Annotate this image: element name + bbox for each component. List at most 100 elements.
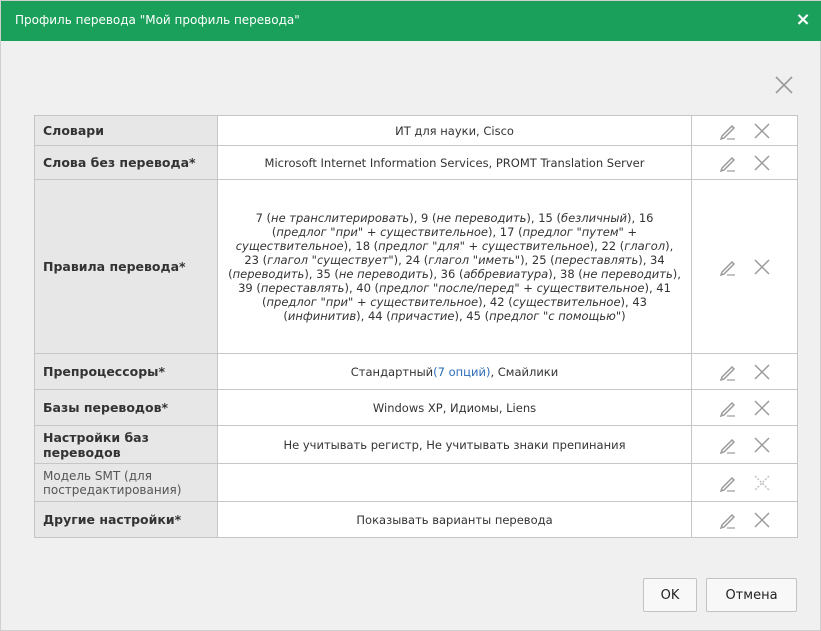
table-row-preprocessors: Препроцессоры* Стандартный(7 опций), Сма… xyxy=(34,353,798,390)
rule-number: 22 ( xyxy=(601,238,625,253)
rule-number: 15 ( xyxy=(538,210,562,225)
rule-number: 45 ( xyxy=(466,308,490,323)
rule-number: 42 ( xyxy=(489,294,513,309)
rule-text: переставлять xyxy=(260,280,345,295)
rule-text: глагол "иметь" xyxy=(428,252,521,267)
rule-number: 38 ( xyxy=(560,266,583,281)
rule-number: 39 ( xyxy=(238,280,261,295)
rule-separator: ), xyxy=(548,266,561,281)
pencil-icon[interactable] xyxy=(717,509,739,531)
pencil-icon[interactable] xyxy=(717,120,739,142)
rule-separator: ), xyxy=(638,252,651,267)
preprocessor-value: Стандартный xyxy=(350,364,434,379)
close-icon[interactable] xyxy=(751,472,773,494)
rule-separator: ), xyxy=(428,266,441,281)
profile-settings-table: Словари ИТ для науки, Cisco Слова без пе… xyxy=(34,115,798,538)
rule-separator: ) xyxy=(621,308,626,323)
rule-text: не переводить xyxy=(338,266,429,281)
pencil-icon[interactable] xyxy=(717,472,739,494)
rule-text: существительное xyxy=(512,294,621,309)
close-icon[interactable] xyxy=(751,434,773,456)
rule-number: 9 ( xyxy=(421,210,437,225)
rule-separator: ), xyxy=(520,252,532,267)
rule-number: 7 ( xyxy=(255,210,272,225)
rule-separator: ), xyxy=(672,266,681,281)
rule-separator: ), xyxy=(589,238,602,253)
rule-separator: ), xyxy=(393,252,406,267)
row-value: Не учитывать регистр, Не учитывать знаки… xyxy=(216,425,693,464)
rule-text: не переводить xyxy=(582,266,673,281)
rule-separator: ), xyxy=(627,210,639,225)
pencil-icon[interactable] xyxy=(717,434,739,456)
row-label: Базы переводов* xyxy=(34,389,218,426)
row-label: Правила перевода* xyxy=(34,179,218,354)
rule-text: причастие xyxy=(390,308,455,323)
table-row-base-settings: Настройки баз переводов Не учитывать рег… xyxy=(34,425,798,464)
rule-number: 23 ( xyxy=(244,252,268,267)
rule-text: предлог "при" + существительное xyxy=(266,294,479,309)
row-label: Препроцессоры* xyxy=(34,353,218,390)
rule-number: 36 ( xyxy=(440,266,464,281)
close-icon[interactable] xyxy=(751,397,773,419)
rule-text: переводить xyxy=(232,266,305,281)
table-row-untranslated-words: Слова без перевода* Microsoft Internet I… xyxy=(34,145,798,180)
rule-separator: ), xyxy=(478,294,490,309)
row-value xyxy=(216,463,693,502)
rule-separator: ), xyxy=(409,210,422,225)
rule-number: 25 ( xyxy=(531,252,555,267)
preprocessor-value-suffix: , Смайлики xyxy=(490,364,559,379)
close-icon[interactable] xyxy=(751,361,773,383)
ok-button[interactable]: OK xyxy=(643,578,697,612)
pencil-icon[interactable] xyxy=(717,152,739,174)
row-label: Другие настройки* xyxy=(34,501,218,538)
rule-text: не переводить xyxy=(436,210,527,225)
table-row-translation-rules: Правила перевода* 7 (не транслитерироват… xyxy=(34,179,798,354)
dialog-title-bar: Профиль перевода "Мой профиль перевода" … xyxy=(1,1,821,41)
row-value: Windows XP, Идиомы, Liens xyxy=(216,389,693,426)
close-icon[interactable] xyxy=(751,152,773,174)
rule-number: 18 ( xyxy=(355,238,379,253)
cancel-button[interactable]: Отмена xyxy=(706,578,797,612)
body-close-icon[interactable] xyxy=(772,73,796,97)
close-icon[interactable] xyxy=(751,509,773,531)
row-label: Словари xyxy=(34,115,218,146)
rule-separator: ), xyxy=(487,224,500,239)
rule-separator: ), xyxy=(644,280,657,295)
row-value: ИТ для науки, Cisco xyxy=(216,115,693,146)
rule-number: 35 ( xyxy=(316,266,339,281)
rule-separator: ), xyxy=(343,238,356,253)
rule-separator: ), xyxy=(526,210,539,225)
rule-separator: ), xyxy=(620,294,633,309)
rule-number: 17 ( xyxy=(499,224,523,239)
rules-list: 7 (не транслитерировать), 9 (не переводи… xyxy=(228,211,681,323)
table-row-other-settings: Другие настройки* Показывать варианты пе… xyxy=(34,501,798,538)
rule-separator: ), xyxy=(665,238,674,253)
pencil-icon[interactable] xyxy=(717,397,739,419)
rule-number: 44 ( xyxy=(367,308,391,323)
rule-text: предлог "для" + существительное xyxy=(378,238,590,253)
row-label: Настройки баз переводов xyxy=(34,425,218,464)
title-close-icon[interactable]: × xyxy=(792,9,814,31)
rule-text: предлог "с помощью" xyxy=(489,308,622,323)
close-icon[interactable] xyxy=(751,120,773,142)
rule-text: не транслитерировать xyxy=(271,210,410,225)
dialog-title: Профиль перевода "Мой профиль перевода" xyxy=(15,13,300,27)
pencil-icon[interactable] xyxy=(717,256,739,278)
row-value: Microsoft Internet Information Services,… xyxy=(216,145,693,180)
rule-text: глагол xyxy=(624,238,666,253)
rule-number: 24 ( xyxy=(405,252,429,267)
rule-text: предлог "после/перед" + существительное xyxy=(379,280,645,295)
rule-separator: ), xyxy=(344,280,357,295)
rule-separator: ), xyxy=(304,266,317,281)
row-value: Стандартный(7 опций), Смайлики xyxy=(216,353,693,390)
rule-text: инфинитив xyxy=(287,308,357,323)
table-row-dictionaries: Словари ИТ для науки, Cisco xyxy=(34,115,798,146)
rule-separator: ), xyxy=(454,308,467,323)
close-icon[interactable] xyxy=(751,256,773,278)
row-value: Показывать варианты перевода xyxy=(216,501,693,538)
rule-number: 40 ( xyxy=(356,280,380,295)
row-label: Слова без перевода* xyxy=(34,145,218,180)
table-row-smt-model: Модель SMT (для постредактирования) xyxy=(34,463,798,502)
preprocessor-options-link[interactable]: (7 опций) xyxy=(433,365,490,379)
pencil-icon[interactable] xyxy=(717,361,739,383)
